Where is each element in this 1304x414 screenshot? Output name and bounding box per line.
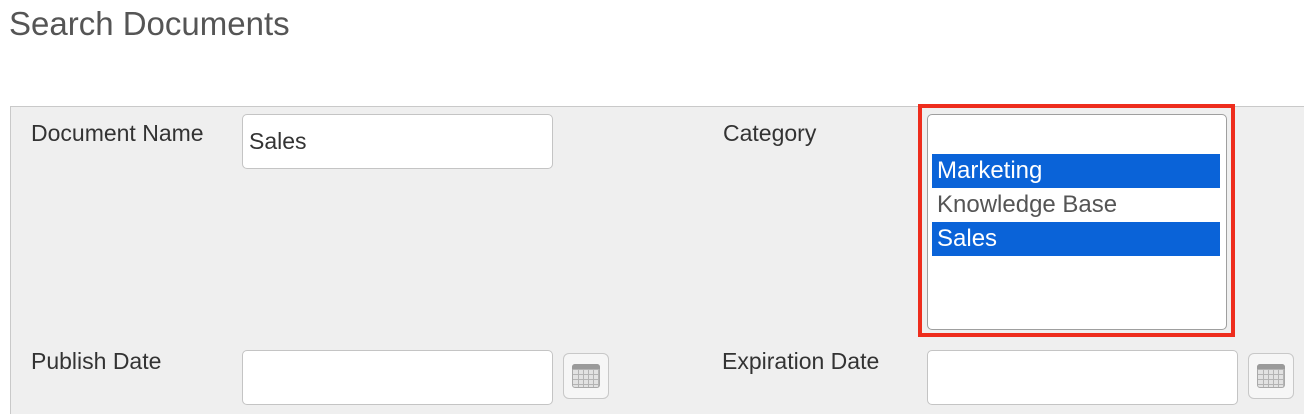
publish-date-label: Publish Date [31, 348, 162, 374]
publish-date-calendar-button[interactable] [563, 353, 609, 399]
document-name-input[interactable] [242, 114, 553, 169]
calendar-icon [1257, 364, 1285, 388]
category-option-knowledge-base[interactable]: Knowledge Base [932, 188, 1220, 222]
calendar-icon [572, 364, 600, 388]
expiration-date-calendar-button[interactable] [1248, 353, 1294, 399]
expiration-date-label: Expiration Date [722, 348, 880, 374]
category-label: Category [723, 120, 817, 146]
category-option-sales[interactable]: Sales [932, 222, 1220, 256]
category-multiselect[interactable]: Marketing Knowledge Base Sales [927, 114, 1227, 330]
page-title: Search Documents [9, 5, 290, 42]
category-option-marketing[interactable]: Marketing [932, 154, 1220, 188]
publish-date-input[interactable] [242, 350, 553, 405]
document-name-label: Document Name [31, 120, 204, 146]
expiration-date-input[interactable] [927, 350, 1238, 405]
